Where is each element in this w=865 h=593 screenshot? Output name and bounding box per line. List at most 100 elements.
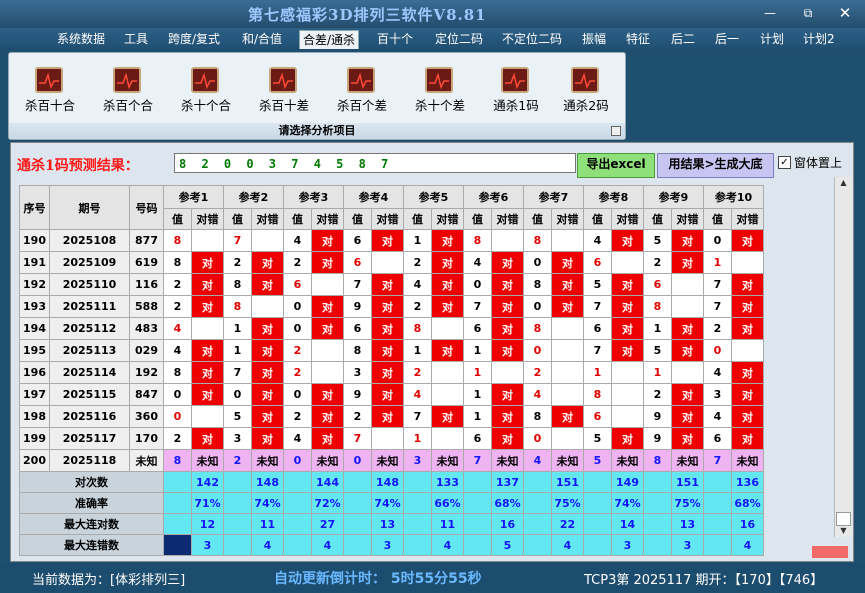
kill-bai-ge-he-label: 杀百个合 xyxy=(102,98,153,113)
kill-shi-ge-cha-button[interactable]: 杀十个差 xyxy=(409,67,471,119)
table-row[interactable]: 194 2025112 483 4 1 对 0 对 6 对 8 6 对 8 6 对 1 对 2 对 xyxy=(19,317,764,340)
row-period: 2025109 xyxy=(49,251,130,274)
table-row[interactable]: 192 2025110 116 2 对 8 对 6 7 对 4 对 0 对 8 对 5 对 6 7 对 xyxy=(19,273,764,296)
row-code: 170 xyxy=(129,427,164,450)
menu-sum[interactable]: 和/合值 xyxy=(242,30,282,48)
scroll-thumb[interactable] xyxy=(836,512,851,526)
cell-value: 6 xyxy=(583,405,612,428)
subheader-value: 值 xyxy=(703,207,732,230)
countdown-text: 自动更新倒计时： 5时55分55秒 xyxy=(274,571,482,587)
menu-digits[interactable]: 百十个 xyxy=(377,30,413,48)
prediction-value[interactable]: 8 2 0 0 3 7 4 5 8 7 xyxy=(174,153,576,173)
cell-value: 6 xyxy=(703,427,732,450)
stats-value: 144 xyxy=(311,471,344,493)
export-excel-button[interactable]: 导出excel xyxy=(577,153,655,178)
cell-result: 未知 xyxy=(611,449,644,472)
vertical-scrollbar[interactable]: ▲ ▼ xyxy=(834,177,852,537)
stats-spacer xyxy=(583,492,612,514)
menu-nonpos2[interactable]: 不定位二码 xyxy=(502,30,562,48)
table-row-pending[interactable]: 200 2025118 未知 8 未知 2 未知 0 未知 0 未知 3 未知 7 未知 4 未知 5 未知 8 未知 7… xyxy=(19,449,764,472)
topmost-checkbox[interactable]: ✓ xyxy=(778,156,791,169)
table-row[interactable]: 191 2025109 619 8 对 2 对 2 对 6 2 对 4 对 0 对 6 2 对 1 xyxy=(19,251,764,274)
stats-spacer xyxy=(643,513,672,535)
cell-value: 3 xyxy=(343,361,372,384)
cell-value: 0 xyxy=(343,449,372,472)
row-period: 2025115 xyxy=(49,383,130,406)
cell-result: 对 xyxy=(491,383,524,406)
table-row[interactable]: 193 2025111 588 2 对 8 0 对 9 对 2 对 7 对 0 对 7 对 8 7 对 xyxy=(19,295,764,318)
cell-value: 4 xyxy=(163,317,192,340)
stats-value: 142 xyxy=(191,471,224,493)
menu-system-data[interactable]: 系统数据 xyxy=(57,30,105,48)
cell-result: 对 xyxy=(671,383,704,406)
menu-plan2[interactable]: 计划2 xyxy=(803,30,835,48)
cell-result xyxy=(551,427,584,450)
table-row[interactable]: 196 2025114 192 8 对 7 对 2 3 对 2 1 2 1 1 4 对 xyxy=(19,361,764,384)
menu-amplitude[interactable]: 振幅 xyxy=(582,30,606,48)
cell-result: 未知 xyxy=(671,449,704,472)
stats-spacer xyxy=(343,534,372,556)
menu-last1[interactable]: 后一 xyxy=(715,30,739,48)
menu-span[interactable]: 跨度/复式 xyxy=(168,30,220,48)
cell-value: 5 xyxy=(583,449,612,472)
kill-bai-ge-he-button[interactable]: 杀百个合 xyxy=(97,67,159,119)
stats-spacer xyxy=(163,492,192,514)
cell-value: 2 xyxy=(403,251,432,274)
cell-result: 对 xyxy=(671,251,704,274)
cell-value: 4 xyxy=(283,229,312,252)
kill-bai-shi-he-button[interactable]: 杀百十合 xyxy=(19,67,81,119)
table-row[interactable]: 190 2025108 877 8 7 4 对 6 对 1 对 8 8 4 对 5 对 0 对 xyxy=(19,229,764,252)
stats-spacer xyxy=(223,534,252,556)
menu-hecha[interactable]: 合差/通杀 xyxy=(299,30,360,49)
table-row[interactable]: 197 2025115 847 0 对 0 对 0 对 9 对 4 1 对 4 8 2 对 3 对 xyxy=(19,383,764,406)
cell-value: 0 xyxy=(463,273,492,296)
cell-value: 4 xyxy=(163,339,192,362)
table-row[interactable]: 198 2025116 360 0 5 对 2 对 2 对 7 对 1 对 8 对 6 9 对 4 对 xyxy=(19,405,764,428)
cell-result: 对 xyxy=(731,427,764,450)
menu-tools[interactable]: 工具 xyxy=(124,30,148,48)
chart-icon xyxy=(347,67,375,93)
subheader-result: 对错 xyxy=(191,207,224,230)
scroll-up-icon[interactable]: ▲ xyxy=(835,177,852,189)
cell-value: 9 xyxy=(643,427,672,450)
menu-plan[interactable]: 计划 xyxy=(760,30,784,48)
cell-result: 对 xyxy=(311,229,344,252)
kill-shi-ge-he-button[interactable]: 杀十个合 xyxy=(175,67,237,119)
row-period: 2025116 xyxy=(49,405,130,428)
cell-result: 对 xyxy=(491,317,524,340)
menu-last2[interactable]: 后二 xyxy=(671,30,695,48)
close-icon[interactable]: ✕ xyxy=(838,6,852,21)
generate-button[interactable]: 用结果>生成大底 xyxy=(657,153,774,178)
header-ref: 参考1 xyxy=(163,185,224,209)
cell-result xyxy=(611,251,644,274)
kill-2-code-button[interactable]: 通杀2码 xyxy=(555,67,617,119)
menu-pos2[interactable]: 定位二码 xyxy=(435,30,483,48)
cell-value: 0 xyxy=(703,229,732,252)
header-row: 序号 期号 号码 参考1 参考2 参考3 参考4 参考5 参考6 参考7 参考8 参考9 参考10 xyxy=(19,185,764,230)
kill-1-code-button[interactable]: 通杀1码 xyxy=(485,67,547,119)
cell-value: 1 xyxy=(643,361,672,384)
restore-icon[interactable]: ⧉ xyxy=(801,6,815,20)
stats-spacer xyxy=(583,471,612,493)
cell-value: 2 xyxy=(163,427,192,450)
row-seq: 197 xyxy=(19,383,50,406)
cell-result: 对 xyxy=(551,405,584,428)
kill-shi-ge-he-label: 杀十个合 xyxy=(180,98,231,113)
stats-value: 4 xyxy=(251,534,284,556)
stats-spacer xyxy=(163,513,192,535)
table-row[interactable]: 195 2025113 029 4 对 1 对 2 8 对 1 对 1 对 0 7 对 5 对 0 xyxy=(19,339,764,362)
kill-bai-shi-cha-button[interactable]: 杀百十差 xyxy=(253,67,315,119)
scroll-down-icon[interactable]: ▼ xyxy=(835,525,852,537)
kill-bai-ge-cha-button[interactable]: 杀百个差 xyxy=(331,67,393,119)
minimize-icon[interactable]: — xyxy=(763,6,777,20)
dialog-launcher-icon[interactable] xyxy=(611,126,621,136)
row-period: 2025113 xyxy=(49,339,130,362)
table-row[interactable]: 199 2025117 170 2 对 3 对 4 对 7 1 6 对 0 5 对 9 对 6 对 xyxy=(19,427,764,450)
subheader-result: 对错 xyxy=(251,207,284,230)
cell-result: 对 xyxy=(671,405,704,428)
cell-value: 1 xyxy=(223,317,252,340)
cell-value: 4 xyxy=(463,251,492,274)
cell-result xyxy=(731,251,764,274)
cell-value: 9 xyxy=(643,405,672,428)
menu-feature[interactable]: 特征 xyxy=(626,30,650,48)
